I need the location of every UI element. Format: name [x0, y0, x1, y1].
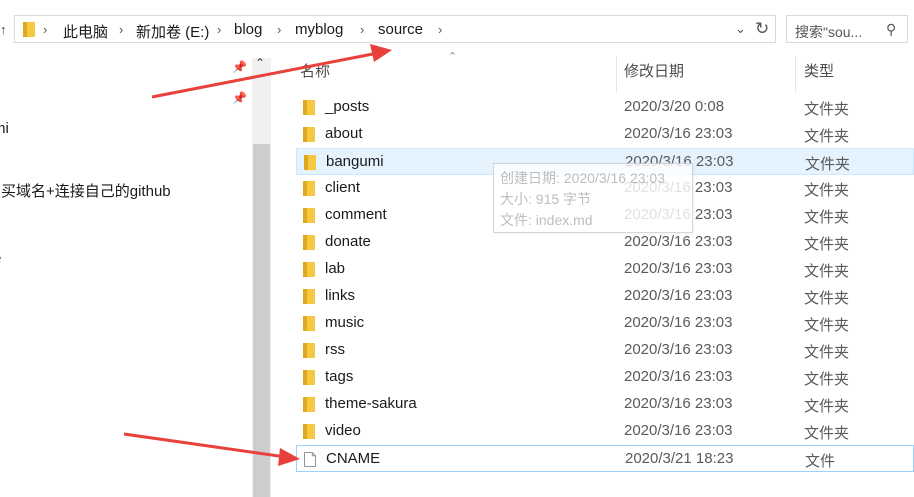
arrow-to-source	[151, 44, 392, 99]
arrow-to-cname	[123, 432, 300, 466]
annotation-arrows	[123, 44, 392, 466]
